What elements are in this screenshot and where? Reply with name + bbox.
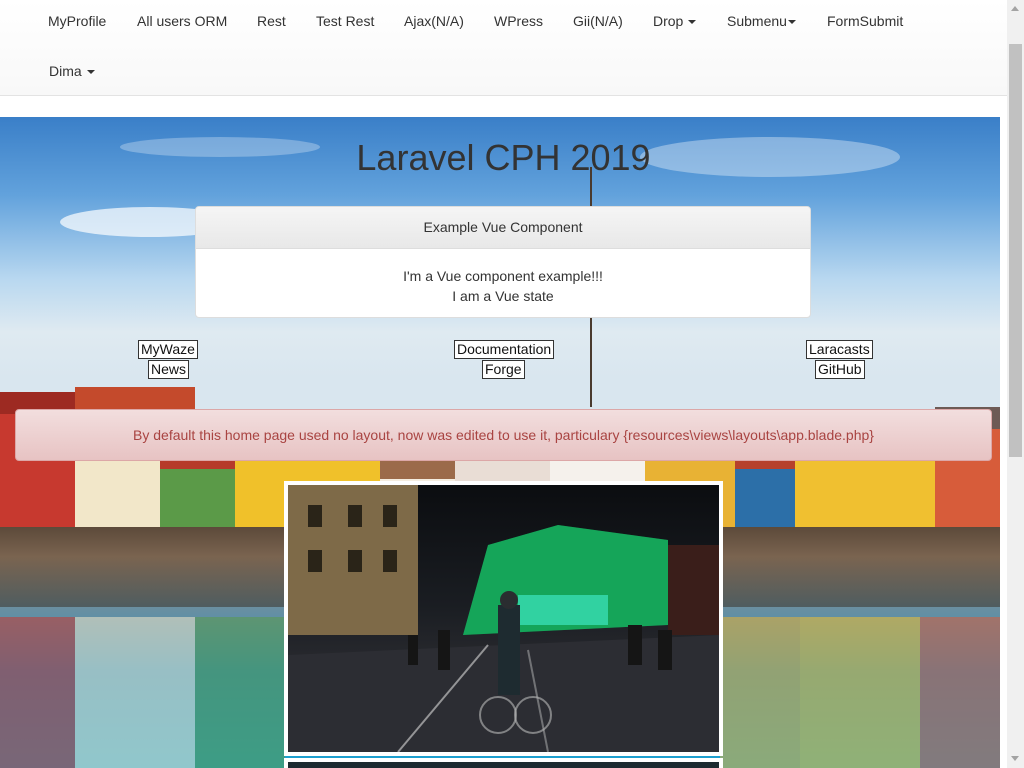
nav-submenu-label: Submenu <box>727 13 787 29</box>
photo-frame-next <box>284 758 723 768</box>
link-laracasts[interactable]: Laracasts <box>806 340 873 359</box>
nav-user-dropdown[interactable]: Dima <box>49 61 95 81</box>
panel-heading: Example Vue Component <box>196 207 810 249</box>
nav-rest[interactable]: Rest <box>257 11 286 31</box>
nav-drop-dropdown[interactable]: Drop <box>653 11 697 31</box>
scroll-down-icon[interactable] <box>1011 756 1019 761</box>
top-navbar: MyProfile All users ORM Rest Test Rest A… <box>0 0 1007 96</box>
nav-wpress[interactable]: WPress <box>494 11 543 31</box>
link-mywaze[interactable]: MyWaze <box>138 340 198 359</box>
link-github[interactable]: GitHub <box>815 360 865 379</box>
layout-info-alert: By default this home page used no layout… <box>15 409 992 461</box>
vue-component-text: I'm a Vue component example!!! <box>403 268 603 284</box>
nav-formsubmit[interactable]: FormSubmit <box>827 11 903 31</box>
night-street-photo <box>288 485 719 752</box>
nav-test-rest[interactable]: Test Rest <box>316 11 374 31</box>
link-news[interactable]: News <box>148 360 190 379</box>
caret-down-icon <box>787 20 796 25</box>
caret-down-icon <box>688 20 697 25</box>
panel-body: I'm a Vue component example!!! I am a Vu… <box>196 249 810 306</box>
nav-all-users-orm[interactable]: All users ORM <box>137 11 227 31</box>
photo-frame <box>284 481 723 756</box>
nav-submenu-dropdown[interactable]: Submenu <box>727 11 796 31</box>
vue-state-text: I am a Vue state <box>452 288 554 304</box>
nav-ajax[interactable]: Ajax(N/A) <box>404 11 464 31</box>
nav-gii[interactable]: Gii(N/A) <box>573 11 623 31</box>
nav-drop-label: Drop <box>653 13 684 29</box>
nav-user-label: Dima <box>49 63 82 79</box>
vertical-scrollbar[interactable] <box>1007 0 1024 768</box>
scroll-up-icon[interactable] <box>1011 6 1019 11</box>
link-forge[interactable]: Forge <box>482 360 525 379</box>
vue-component-panel: Example Vue Component I'm a Vue componen… <box>195 206 811 318</box>
caret-down-icon <box>86 70 95 75</box>
scroll-thumb[interactable] <box>1009 44 1022 457</box>
nav-myprofile[interactable]: MyProfile <box>48 11 106 31</box>
next-photo <box>288 762 719 768</box>
page-title: Laravel CPH 2019 <box>356 137 651 178</box>
link-documentation[interactable]: Documentation <box>454 340 555 359</box>
